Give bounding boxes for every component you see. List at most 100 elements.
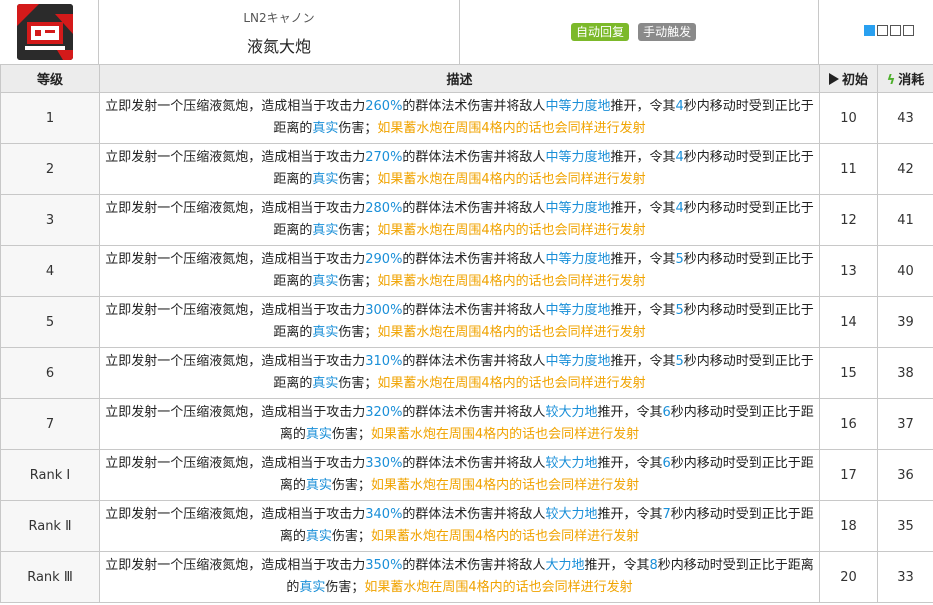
desc-percent: 340% [365,507,403,522]
cell-description: 立即发射一个压缩液氮炮，造成相当于攻击力290%的群体法术伤害并将敌人中等力度地… [99,245,820,297]
cell-level: Rank Ⅲ [0,551,100,603]
desc-text: 的群体法术伤害并将敌人 [402,405,546,420]
desc-text: 立即发射一个压缩液氮炮，造成相当于攻击力 [105,201,366,216]
desc-extra: 如果蓄水炮在周围4格内的话也会同样进行发射 [377,376,646,391]
desc-extra: 如果蓄水炮在周围4格内的话也会同样进行发射 [377,274,646,289]
cell-initial-sp: 15 [819,347,878,399]
desc-text: 的群体法术伤害并将敌人 [402,456,546,471]
cell-description: 立即发射一个压缩液氮炮，造成相当于攻击力320%的群体法术伤害并将敌人较大力地推… [99,398,820,450]
desc-extra: 如果蓄水炮在周围4格内的话也会同样进行发射 [370,478,640,493]
table-row: 6 立即发射一个压缩液氮炮，造成相当于攻击力310%的群体法术伤害并将敌人中等力度… [0,347,933,399]
desc-seconds: 4 [675,201,684,216]
desc-text: 伤害； [325,580,365,595]
desc-text: 伤害； [338,172,378,187]
header-divider [818,0,819,64]
desc-text: 伤害； [338,121,378,136]
col-header-desc: 描述 [99,64,820,93]
desc-percent: 350% [365,558,403,573]
desc-true-damage: 真实 [312,172,339,187]
desc-extra: 如果蓄水炮在周围4格内的话也会同样进行发射 [377,121,646,136]
skill-name-cell: LN2キャノン 液氮大炮 [99,0,460,64]
col-header-level: 等级 [0,64,100,93]
desc-text: 推开，令其 [610,201,676,216]
desc-true-damage: 真实 [299,580,326,595]
table-row: Rank Ⅲ 立即发射一个压缩液氮炮，造成相当于攻击力350%的群体法术伤害并将敌… [0,551,933,603]
cell-initial-sp: 14 [819,296,878,348]
desc-text: 伤害； [331,529,371,544]
desc-text: 立即发射一个压缩液氮炮，造成相当于攻击力 [105,558,366,573]
cell-sp-cost: 36 [877,449,933,501]
desc-text: 的群体法术伤害并将敌人 [402,150,546,165]
col-header-cost-label: 消耗 [898,73,925,88]
level-tab-1[interactable] [864,25,875,36]
level-tab-4[interactable] [903,25,914,36]
desc-seconds: 6 [662,456,671,471]
desc-extra: 如果蓄水炮在周围4格内的话也会同样进行发射 [364,580,633,595]
desc-force: 中等力度地 [545,201,611,216]
desc-text: 立即发射一个压缩液氮炮，造成相当于攻击力 [105,303,366,318]
cell-description: 立即发射一个压缩液氮炮，造成相当于攻击力310%的群体法术伤害并将敌人中等力度地… [99,347,820,399]
desc-seconds: 8 [649,558,658,573]
badge-auto-recovery: 自动回复 [571,23,630,41]
cell-level: 2 [0,143,100,195]
desc-text: 伤害； [331,427,371,442]
level-tab-3[interactable] [890,25,901,36]
desc-text: 立即发射一个压缩液氮炮，造成相当于攻击力 [105,507,366,522]
desc-force: 较大力地 [545,456,598,471]
desc-true-damage: 真实 [305,427,332,442]
cell-initial-sp: 10 [819,92,878,144]
cell-initial-sp: 20 [819,551,878,603]
desc-seconds: 5 [675,252,684,267]
desc-percent: 260% [365,99,403,114]
desc-true-damage: 真实 [312,376,339,391]
desc-text: 伤害； [338,376,378,391]
skill-level-table: 等级 描述 初始 ϟ 消耗 1 立即发射一个压缩液氮炮，造成相当于攻击力260%的群… [0,64,933,603]
desc-true-damage: 真实 [312,274,339,289]
cell-sp-cost: 39 [877,296,933,348]
desc-text: 的群体法术伤害并将敌人 [402,252,546,267]
level-tabs[interactable] [864,25,916,44]
skill-badges: 自动回复 手动触发 [571,21,700,41]
desc-text: 的群体法术伤害并将敌人 [402,507,546,522]
desc-percent: 300% [365,303,403,318]
cell-description: 立即发射一个压缩液氮炮，造成相当于攻击力350%的群体法术伤害并将敌人大力地推开… [99,551,820,603]
table-header-row: 等级 描述 初始 ϟ 消耗 [0,64,933,93]
desc-text: 伤害； [338,223,378,238]
cell-level: 6 [0,347,100,399]
desc-force: 中等力度地 [545,303,611,318]
cell-sp-cost: 33 [877,551,933,603]
desc-seconds: 6 [662,405,671,420]
desc-text: 的群体法术伤害并将敌人 [402,99,546,114]
desc-text: 推开，令其 [610,354,676,369]
desc-percent: 280% [365,201,403,216]
desc-true-damage: 真实 [312,223,339,238]
desc-text: 立即发射一个压缩液氮炮，造成相当于攻击力 [105,354,366,369]
desc-text: 推开，令其 [610,150,676,165]
table-row: Rank Ⅱ 立即发射一个压缩液氮炮，造成相当于攻击力340%的群体法术伤害并将敌… [0,500,933,552]
cell-description: 立即发射一个压缩液氮炮，造成相当于攻击力280%的群体法术伤害并将敌人中等力度地… [99,194,820,246]
col-header-initial: 初始 [819,64,878,93]
cell-description: 立即发射一个压缩液氮炮，造成相当于攻击力300%的群体法术伤害并将敌人中等力度地… [99,296,820,348]
desc-extra: 如果蓄水炮在周围4格内的话也会同样进行发射 [370,427,640,442]
desc-seconds: 5 [675,303,684,318]
desc-percent: 320% [365,405,403,420]
cell-sp-cost: 41 [877,194,933,246]
desc-text: 伤害； [338,325,378,340]
col-header-cost: ϟ 消耗 [877,64,933,93]
cell-sp-cost: 37 [877,398,933,450]
desc-text: 推开，令其 [610,99,676,114]
cell-description: 立即发射一个压缩液氮炮，造成相当于攻击力260%的群体法术伤害并将敌人中等力度地… [99,92,820,144]
cell-sp-cost: 38 [877,347,933,399]
skill-subname: LN2キャノン [243,11,315,25]
cell-description: 立即发射一个压缩液氮炮，造成相当于攻击力270%的群体法术伤害并将敌人中等力度地… [99,143,820,195]
desc-extra: 如果蓄水炮在周围4格内的话也会同样进行发射 [377,325,646,340]
level-tab-2[interactable] [877,25,888,36]
cell-level: 1 [0,92,100,144]
cell-initial-sp: 12 [819,194,878,246]
desc-extra: 如果蓄水炮在周围4格内的话也会同样进行发射 [377,172,646,187]
cell-sp-cost: 42 [877,143,933,195]
cell-level: 3 [0,194,100,246]
desc-text: 的群体法术伤害并将敌人 [402,558,546,573]
desc-percent: 310% [365,354,403,369]
desc-force: 较大力地 [545,405,598,420]
